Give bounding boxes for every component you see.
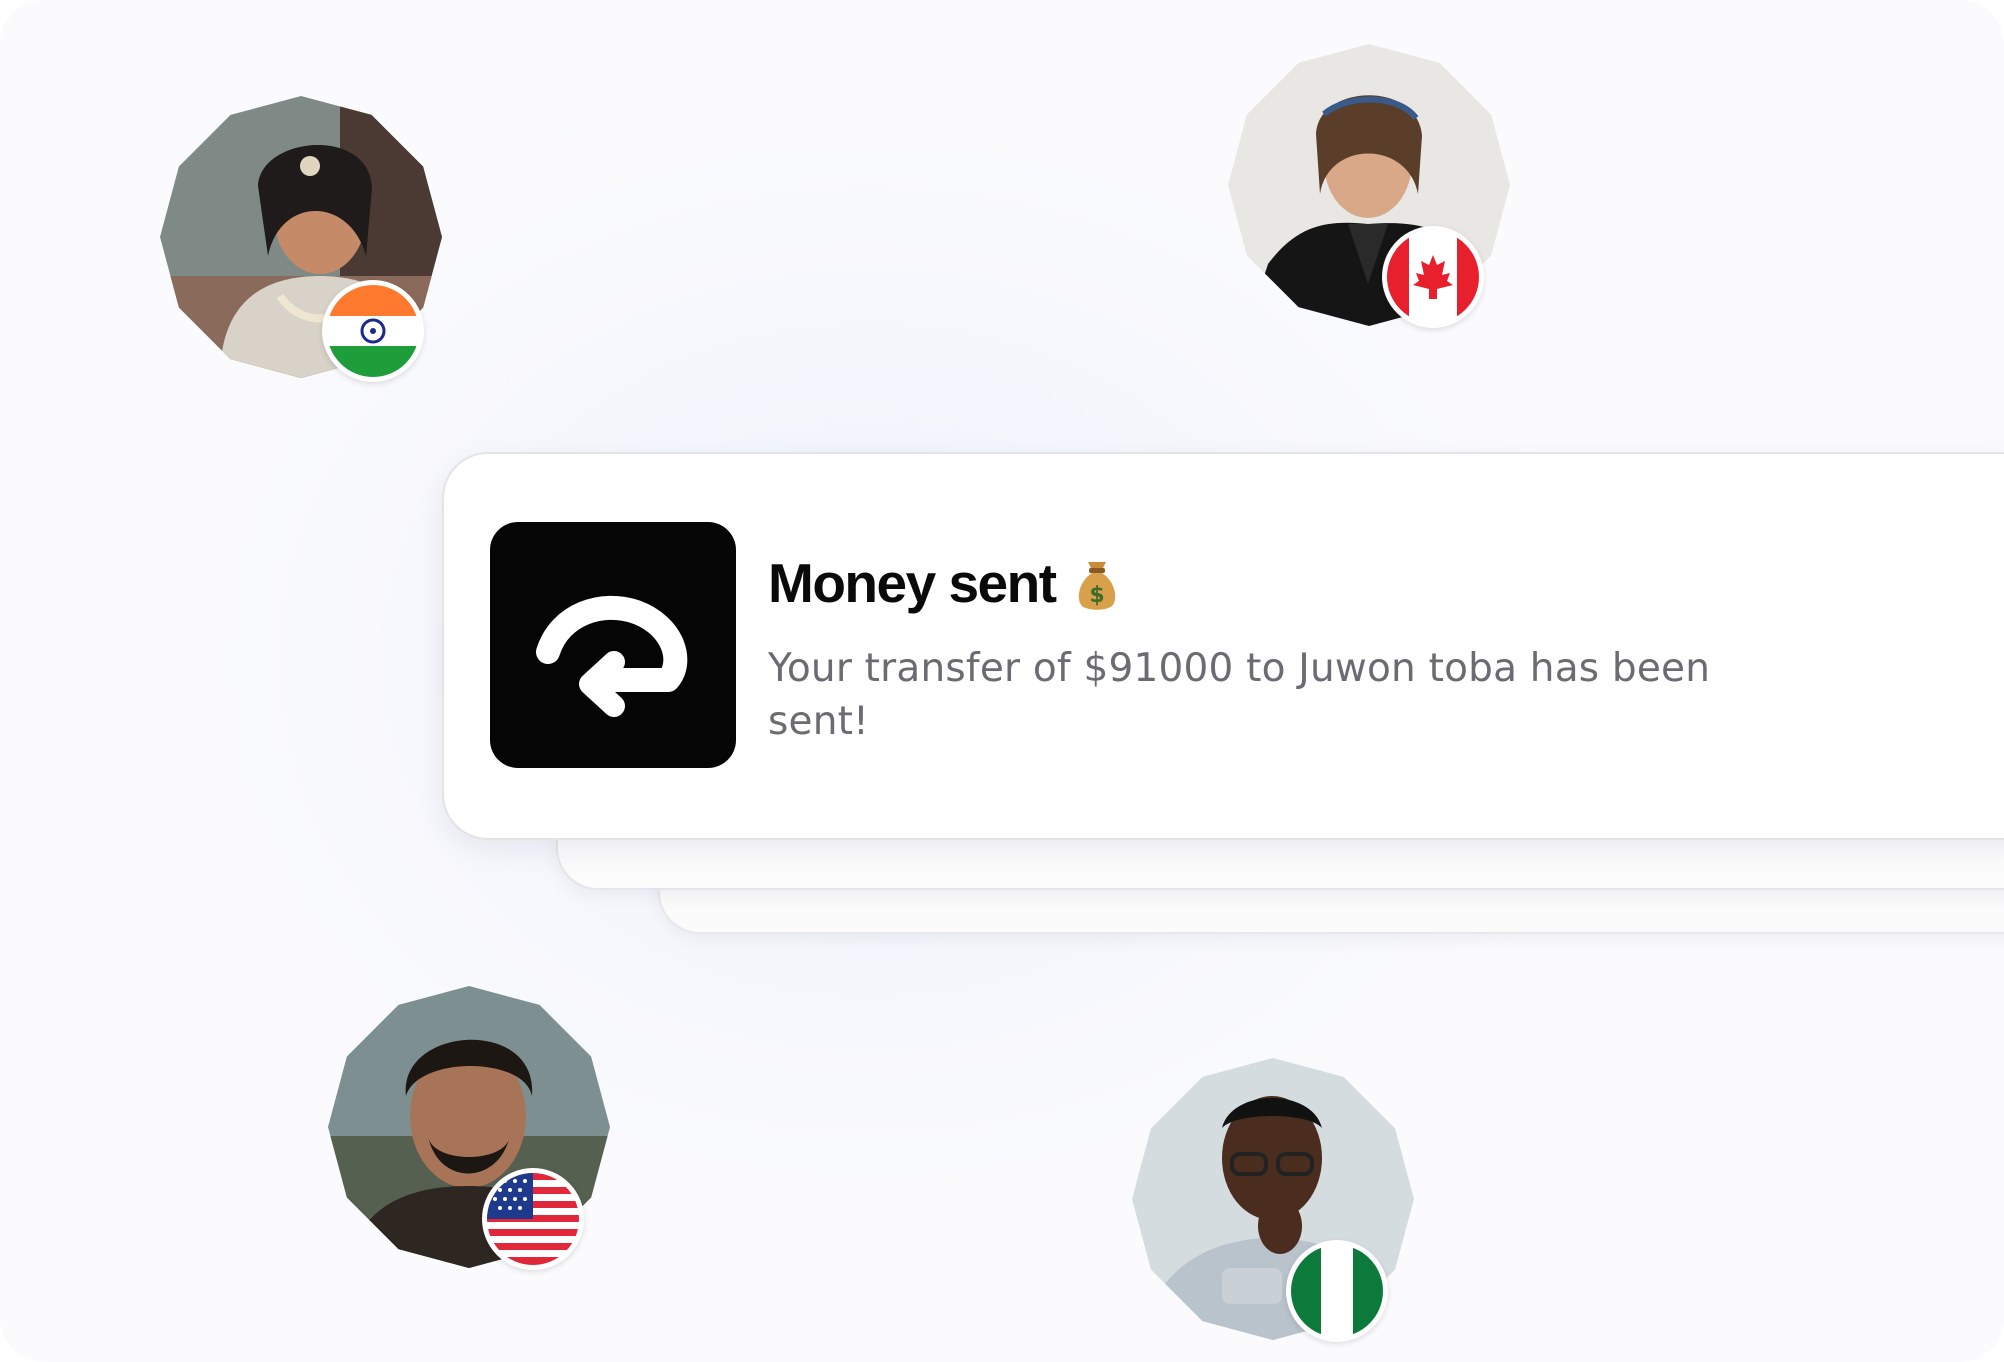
notification-title-row: Money sent $ (768, 548, 1120, 618)
svg-text:$: $ (1089, 583, 1104, 608)
avatar-india (160, 96, 442, 382)
avatar-canada (1228, 44, 1510, 328)
background-canvas: Money sent $ Your transfer of $91000 to … (0, 0, 2004, 1362)
flag-nigeria-icon (1286, 1240, 1388, 1342)
flag-india-icon (322, 280, 424, 382)
notification-title: Money sent (768, 552, 1057, 614)
avatar-nigeria (1132, 1058, 1414, 1342)
flag-usa-icon (482, 1168, 584, 1270)
send-arrow-icon (490, 522, 736, 768)
notification-message: Your transfer of $91000 to Juwon toba ha… (768, 646, 1711, 744)
avatar-usa (328, 986, 610, 1270)
money-bag-icon: $ (1074, 554, 1120, 612)
flag-canada-icon (1382, 226, 1484, 328)
